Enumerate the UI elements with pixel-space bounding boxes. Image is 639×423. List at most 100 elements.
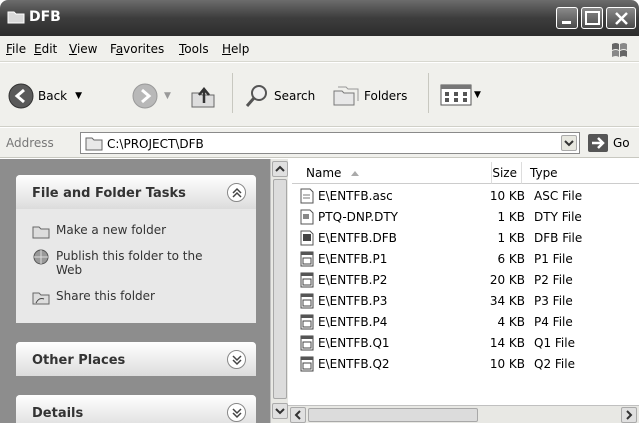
folder-icon (7, 11, 25, 24)
chevron-left-icon (294, 410, 301, 420)
back-label: Back (38, 89, 68, 103)
file-row[interactable]: E\ENTFB.asc 10 KB ASC File (298, 186, 639, 207)
menu-view[interactable]: View (69, 42, 97, 56)
file-name: E\ENTFB.P1 (318, 252, 388, 266)
search-button[interactable]: Search (244, 83, 315, 109)
address-dropdown-button[interactable] (561, 135, 577, 151)
collapse-button[interactable] (227, 183, 246, 202)
menu-bar: File Edit View Favorites Tools Help (0, 36, 639, 62)
menu-favorites[interactable]: Favorites (110, 42, 164, 56)
scroll-right-button[interactable] (621, 407, 637, 423)
task-label: Publish this folder to the Web (56, 249, 203, 277)
file-name: E\ENTFB.P3 (318, 294, 388, 308)
address-label: Address (6, 136, 54, 150)
folders-label: Folders (364, 89, 408, 103)
maximize-button[interactable] (581, 7, 603, 29)
program-file-icon (300, 335, 314, 351)
file-type: P1 File (534, 252, 573, 266)
file-type: DFB File (534, 231, 583, 245)
views-button[interactable]: ▼ (440, 83, 481, 107)
publish-web-icon (33, 249, 49, 265)
expand-button[interactable] (227, 403, 246, 422)
other-places-header[interactable]: Other Places (16, 342, 256, 376)
scrollbar-thumb[interactable] (308, 408, 478, 422)
task-share-folder[interactable]: Share this folder (32, 289, 155, 305)
title-bar[interactable]: DFB (0, 0, 639, 36)
close-button[interactable] (606, 7, 636, 29)
details-header[interactable]: Details (16, 395, 256, 423)
chevron-down-icon (564, 140, 574, 147)
back-button[interactable]: Back ▼ (8, 83, 82, 109)
forward-arrow-icon (132, 83, 158, 109)
column-header-size[interactable]: Size (492, 162, 522, 184)
go-button[interactable]: Go (588, 134, 630, 152)
file-row[interactable]: PTQ-DNP.DTY 1 KB DTY File (298, 207, 639, 228)
search-icon (245, 85, 267, 107)
file-type: P4 File (534, 315, 573, 329)
file-name: E\ENTFB.P4 (318, 315, 388, 329)
file-row[interactable]: E\ENTFB.Q2 10 KB Q2 File (298, 354, 639, 375)
file-row[interactable]: E\ENTFB.P2 20 KB P2 File (298, 270, 639, 291)
chevron-down-icon (275, 408, 285, 415)
file-folder-tasks-title: File and Folder Tasks (32, 186, 186, 201)
vertical-scrollbar[interactable] (270, 159, 288, 423)
task-publish-folder[interactable]: Publish this folder to the Web (32, 249, 232, 277)
text-file-icon (300, 188, 314, 204)
address-path: C:\PROJECT\DFB (107, 137, 204, 151)
minimize-button[interactable] (556, 7, 578, 29)
file-size: 1 KB (497, 210, 525, 224)
new-folder-icon (32, 226, 50, 239)
chevron-up-icon (232, 187, 242, 198)
column-header-name[interactable]: Name (292, 162, 492, 184)
toolbar-separator (232, 73, 233, 113)
views-dropdown-icon[interactable]: ▼ (474, 90, 481, 100)
forward-button[interactable]: ▼ (132, 83, 171, 109)
file-name: E\ENTFB.DFB (318, 231, 397, 245)
toolbar-separator (428, 73, 429, 113)
toolbar: Back ▼ ▼ Search Folders ▼ (0, 63, 639, 127)
file-type: P3 File (534, 294, 573, 308)
share-folder-icon (32, 292, 50, 305)
scroll-down-button[interactable] (272, 403, 288, 419)
views-icon (440, 84, 472, 106)
scroll-up-button[interactable] (272, 161, 288, 177)
horizontal-scrollbar[interactable] (288, 405, 639, 423)
menu-tools[interactable]: Tools (179, 42, 209, 56)
file-folder-tasks-panel: File and Folder Tasks Make a new folder … (16, 175, 256, 323)
file-row[interactable]: E\ENTFB.DFB 1 KB DFB File (298, 228, 639, 249)
column-name-label: Name (306, 166, 342, 180)
folder-icon (85, 137, 103, 151)
file-folder-tasks-header[interactable]: File and Folder Tasks (16, 175, 256, 209)
program-file-icon (300, 356, 314, 372)
file-row[interactable]: E\ENTFB.Q1 14 KB Q1 File (298, 333, 639, 354)
task-make-new-folder[interactable]: Make a new folder (32, 223, 166, 239)
scrollbar-thumb[interactable] (273, 179, 287, 399)
sort-ascending-icon (351, 171, 359, 176)
menu-help[interactable]: Help (222, 42, 249, 56)
column-header-type[interactable]: Type (522, 162, 639, 184)
address-input[interactable]: C:\PROJECT\DFB (80, 132, 580, 154)
scroll-left-button[interactable] (290, 407, 306, 423)
go-arrow-icon (588, 134, 608, 152)
maximize-icon (585, 11, 600, 25)
other-places-title: Other Places (32, 353, 126, 368)
file-type: P2 File (534, 273, 573, 287)
dfb-file-icon (300, 230, 314, 246)
file-size: 10 KB (489, 189, 525, 203)
forward-dropdown-icon[interactable]: ▼ (164, 91, 171, 101)
expand-button[interactable] (227, 350, 246, 369)
back-arrow-icon (8, 83, 34, 109)
file-row[interactable]: E\ENTFB.P1 6 KB P1 File (298, 249, 639, 270)
file-list: Name Size Type E\ENTFB.asc 10 KB ASC File P… (288, 159, 639, 405)
file-row[interactable]: E\ENTFB.P4 4 KB P4 File (298, 312, 639, 333)
menu-edit[interactable]: Edit (34, 42, 57, 56)
menu-file[interactable]: File (6, 42, 26, 56)
back-dropdown-icon[interactable]: ▼ (75, 91, 82, 101)
file-type: Q2 File (534, 357, 575, 371)
file-row[interactable]: E\ENTFB.P3 34 KB P3 File (298, 291, 639, 312)
folders-button[interactable]: Folders (332, 83, 407, 109)
up-folder-button[interactable] (188, 81, 218, 111)
file-size: 10 KB (489, 357, 525, 371)
windows-logo-icon (612, 43, 627, 57)
chevron-right-icon (626, 410, 633, 420)
